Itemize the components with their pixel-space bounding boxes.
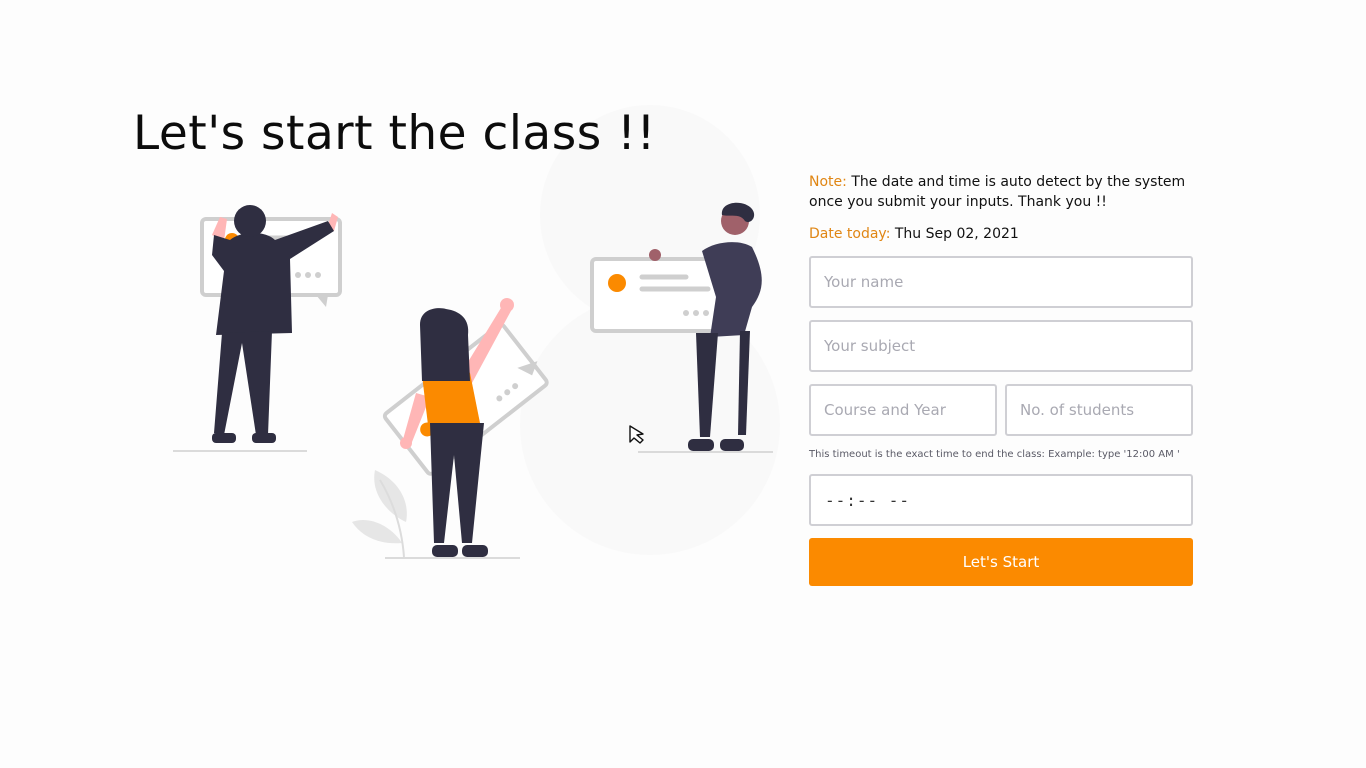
course-year-input[interactable] (809, 384, 997, 436)
mouse-pointer-icon (629, 425, 644, 444)
time-value: --:-- -- (825, 490, 911, 510)
course-students-row (809, 384, 1193, 436)
date-line: Date today: Thu Sep 02, 2021 (809, 224, 1193, 244)
note-label: Note: (809, 174, 847, 190)
class-form: Note: The date and time is auto detect b… (809, 172, 1193, 586)
page: Let's start the class !! Note: The date … (0, 0, 1366, 768)
lets-start-button[interactable]: Let's Start (809, 538, 1193, 586)
note-paragraph: Note: The date and time is auto detect b… (809, 172, 1193, 212)
page-title: Let's start the class !! (133, 106, 656, 161)
note-text: The date and time is auto detect by the … (809, 174, 1186, 210)
date-value: Thu Sep 02, 2021 (894, 226, 1019, 242)
timeout-time-input[interactable]: --:-- -- (809, 474, 1193, 526)
chat-card-right (590, 257, 730, 345)
subject-input[interactable] (809, 320, 1193, 372)
plant-decoration (352, 470, 407, 558)
timeout-hint: This timeout is the exact time to end th… (809, 449, 1180, 460)
name-input[interactable] (809, 256, 1193, 308)
team-illustration (173, 202, 773, 559)
students-count-input[interactable] (1005, 384, 1193, 436)
date-label: Date today: (809, 226, 891, 242)
figure-woman-middle (400, 298, 514, 557)
